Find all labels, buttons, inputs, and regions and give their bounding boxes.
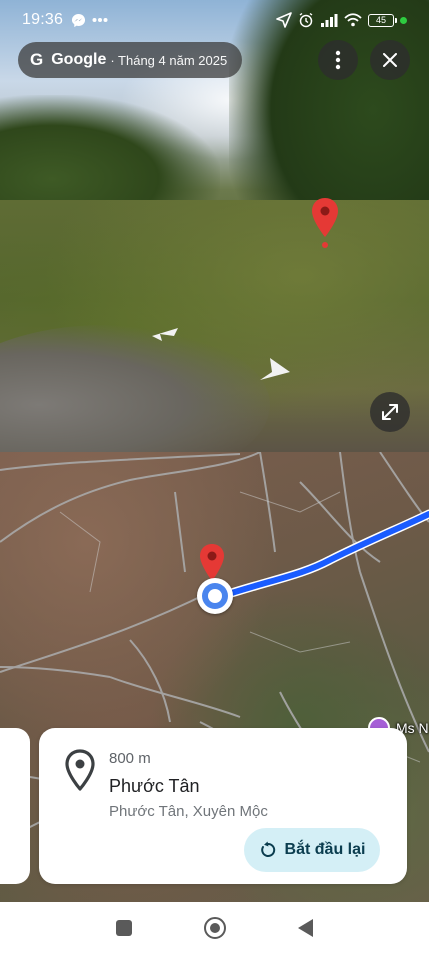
restart-label: Bắt đầu lại (284, 841, 366, 858)
alarm-icon (299, 12, 313, 28)
status-bar: 19:36 45 (0, 0, 429, 40)
privacy-indicator (400, 16, 407, 24)
place-name: Phước Tân (109, 776, 200, 796)
close-icon (383, 53, 397, 67)
google-g-logo: G (30, 50, 44, 69)
imagery-source-pill[interactable]: G Google · Tháng 4 năm 2025 (18, 42, 242, 78)
place-address: Phước Tân, Xuyên Mộc (109, 803, 268, 820)
clock: 19:36 (22, 11, 64, 28)
battery-icon: 45 (368, 13, 397, 27)
location-pin-icon (312, 198, 338, 248)
destination-pin-icon[interactable] (198, 543, 226, 583)
home-icon[interactable] (204, 917, 226, 939)
wifi-icon (344, 13, 362, 27)
previous-place-card[interactable] (0, 728, 30, 884)
nav-arrow-icon[interactable] (150, 326, 180, 342)
expand-button[interactable] (370, 392, 410, 432)
capture-date: · Tháng 4 năm 2025 (110, 52, 228, 68)
back-icon[interactable] (298, 919, 313, 937)
expand-icon (382, 404, 398, 420)
restart-button[interactable]: Bắt đầu lại (244, 828, 380, 872)
place-pin-outline-icon (65, 749, 95, 791)
source-name: Google (51, 51, 107, 68)
system-nav-bar (0, 902, 429, 954)
location-arrow-icon (276, 12, 292, 28)
current-location-marker[interactable] (197, 578, 233, 614)
messenger-icon (71, 13, 86, 27)
place-distance: 800 m (109, 750, 151, 767)
route-line (213, 511, 429, 601)
recents-icon[interactable] (116, 920, 132, 936)
restart-icon (260, 841, 275, 857)
close-street-view-button[interactable] (370, 40, 410, 80)
place-card[interactable]: 800 m Phước Tân Phước Tân, Xuyên Mộc Bắt… (39, 728, 407, 884)
more-options-button[interactable] (318, 40, 358, 80)
more-vertical-icon (335, 50, 341, 70)
signal-icon (321, 14, 338, 27)
more-dots-icon (92, 18, 108, 22)
nav-arrow-icon[interactable] (256, 356, 292, 382)
